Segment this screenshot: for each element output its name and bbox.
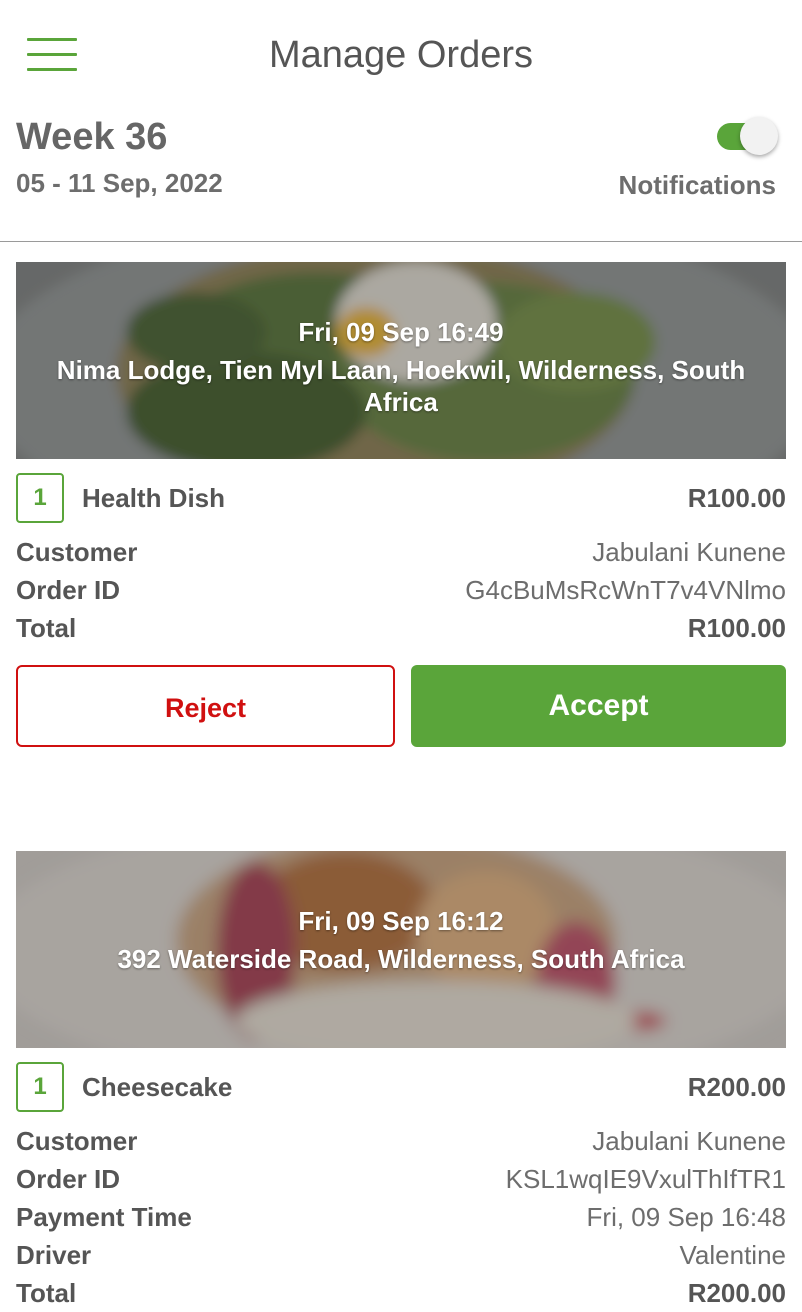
- order-actions: Reject Accept: [16, 665, 786, 747]
- payment-time-value: Fri, 09 Sep 16:48: [586, 1202, 786, 1232]
- quantity-badge: 1: [16, 473, 64, 523]
- driver-value: Valentine: [679, 1240, 787, 1270]
- order-card: Fri, 09 Sep 16:12 392 Waterside Road, Wi…: [16, 851, 786, 1312]
- customer-value: Jabulani Kunene: [592, 537, 786, 567]
- item-price: R100.00: [687, 483, 786, 513]
- notifications-toggle[interactable]: [717, 117, 781, 157]
- reject-button[interactable]: Reject: [16, 665, 395, 747]
- notifications-label: Notifications: [618, 170, 776, 200]
- order-card: Fri, 09 Sep 16:49 Nima Lodge, Tien Myl L…: [16, 262, 786, 747]
- customer-label: Customer: [16, 1126, 138, 1156]
- page-title: Manage Orders: [268, 34, 533, 76]
- header-divider: [0, 241, 802, 242]
- order-item-row: 1 Cheesecake R200.00: [16, 1062, 786, 1122]
- order-id-row: Order ID KSL1wqIE9VxulThIfTR1: [16, 1160, 786, 1198]
- driver-label: Driver: [16, 1240, 92, 1270]
- total-value: R100.00: [687, 613, 786, 643]
- app-header: Manage Orders: [0, 0, 802, 110]
- payment-time-row: Payment Time Fri, 09 Sep 16:48: [16, 1198, 786, 1236]
- order-banner: Fri, 09 Sep 16:12 392 Waterside Road, Wi…: [16, 851, 786, 1048]
- week-label: Week 36: [16, 116, 168, 158]
- order-id-label: Order ID: [16, 1164, 121, 1194]
- week-range: 05 - 11 Sep, 2022: [16, 168, 223, 198]
- item-price: R200.00: [687, 1072, 786, 1102]
- accept-button[interactable]: Accept: [411, 665, 786, 747]
- total-row: Total R200.00: [16, 1274, 786, 1312]
- order-address: 392 Waterside Road, Wilderness, South Af…: [117, 944, 685, 974]
- item-name: Cheesecake: [82, 1072, 233, 1102]
- order-banner: Fri, 09 Sep 16:49 Nima Lodge, Tien Myl L…: [16, 262, 786, 459]
- order-id-row: Order ID G4cBuMsRcWnT7v4VNlmo: [16, 571, 786, 609]
- item-name: Health Dish: [82, 483, 226, 513]
- driver-row: Driver Valentine: [16, 1236, 786, 1274]
- customer-row: Customer Jabulani Kunene: [16, 533, 786, 571]
- order-id-value: G4cBuMsRcWnT7v4VNlmo: [465, 575, 786, 605]
- customer-row: Customer Jabulani Kunene: [16, 1122, 786, 1160]
- total-label: Total: [16, 613, 77, 643]
- customer-label: Customer: [16, 537, 138, 567]
- order-datetime: Fri, 09 Sep 16:49: [298, 317, 504, 347]
- toggle-knob: [740, 117, 778, 155]
- payment-time-label: Payment Time: [16, 1202, 192, 1232]
- order-id-value: KSL1wqIE9VxulThIfTR1: [505, 1164, 786, 1194]
- order-datetime: Fri, 09 Sep 16:12: [298, 906, 504, 936]
- quantity-badge: 1: [16, 1062, 64, 1112]
- customer-value: Jabulani Kunene: [592, 1126, 786, 1156]
- order-address: Nima Lodge, Tien Myl Laan, Hoekwil, Wild…: [56, 355, 746, 417]
- total-row: Total R100.00: [16, 609, 786, 647]
- order-item-row: 1 Health Dish R100.00: [16, 473, 786, 533]
- order-id-label: Order ID: [16, 575, 121, 605]
